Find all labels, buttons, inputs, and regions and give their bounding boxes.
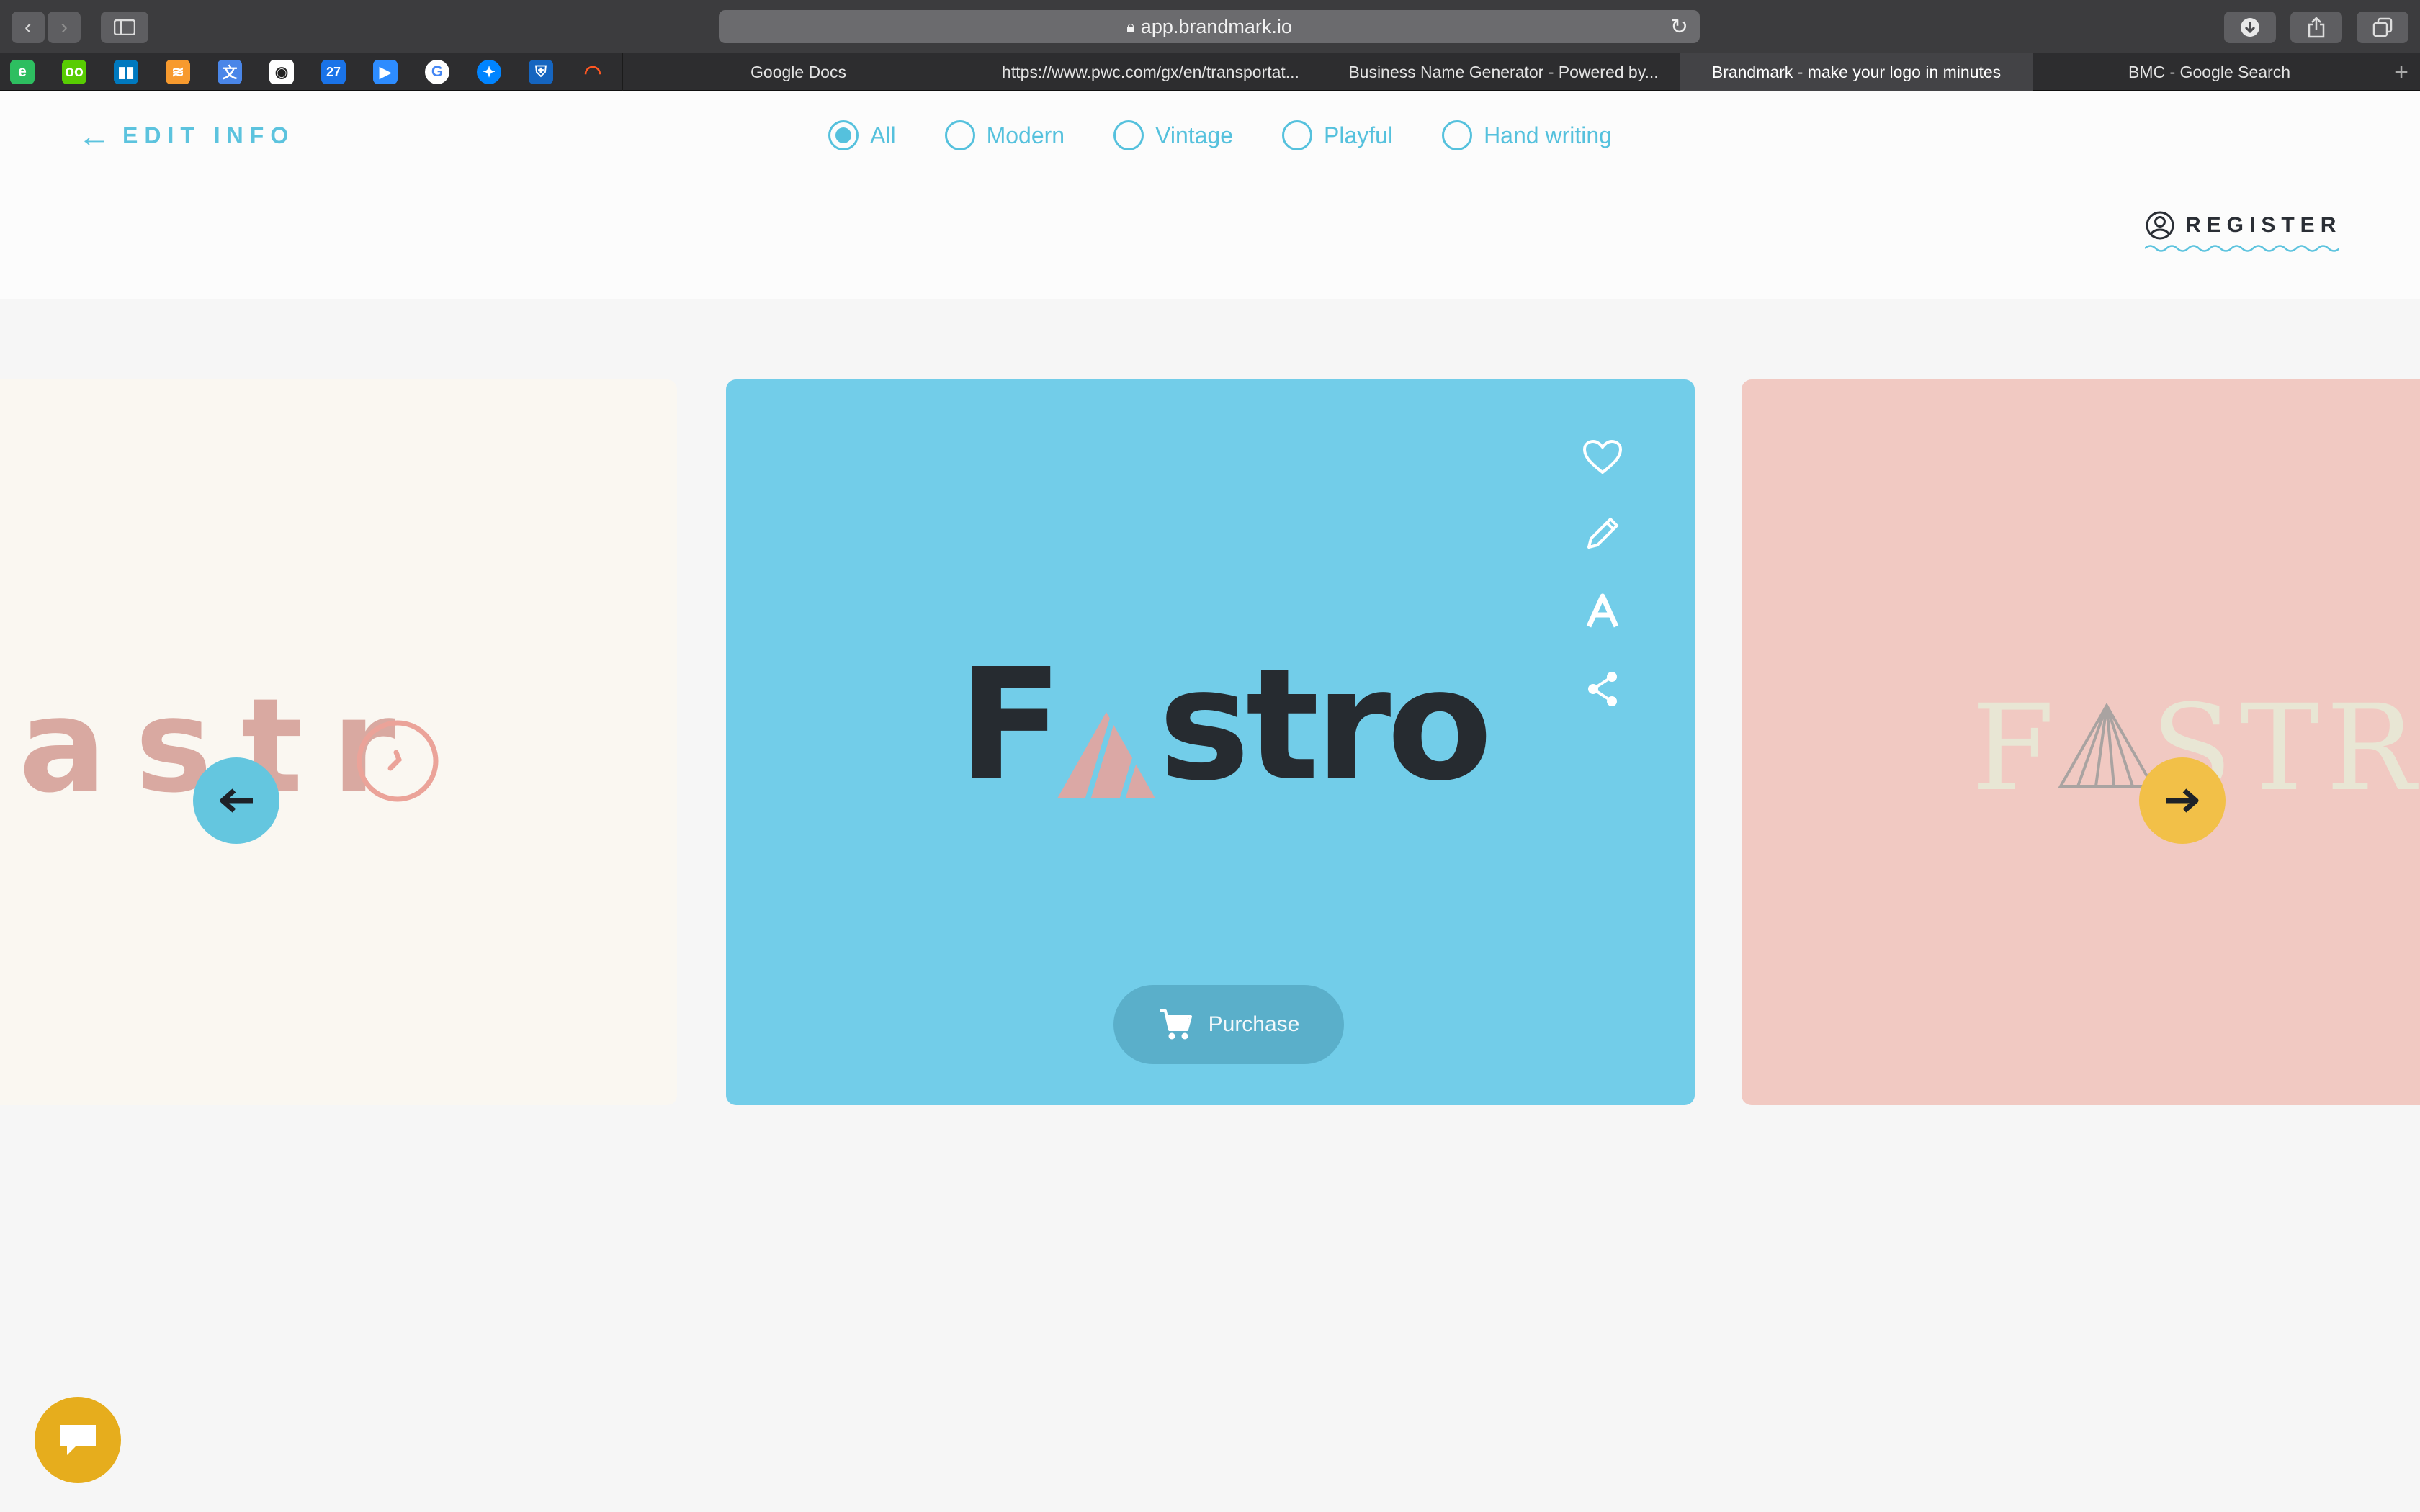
reload-icon[interactable]: ↻ (1670, 14, 1688, 40)
purchase-label: Purchase (1208, 1012, 1300, 1036)
heart-icon (1582, 439, 1623, 474)
trello-icon[interactable]: ▮▮ (114, 60, 138, 84)
style-filter-group: All Modern Vintage Playful Hand writing (828, 117, 1661, 153)
filter-playful[interactable]: Playful (1282, 120, 1393, 150)
duolingo-icon[interactable]: oo (62, 60, 86, 84)
sidebar-icon (114, 19, 135, 35)
pencil-icon (1587, 518, 1618, 549)
sidebar-toggle-button[interactable] (101, 12, 148, 43)
radio-icon[interactable] (1113, 120, 1144, 150)
clock-logo-icon (357, 720, 439, 802)
chat-bubble-icon (60, 1425, 96, 1455)
logo-card-next[interactable]: FSTRO (1742, 379, 2420, 1105)
lock-icon: 🔒︎ (1126, 17, 1135, 35)
filter-label: Playful (1324, 122, 1394, 148)
messenger-icon[interactable]: ✦ (477, 60, 501, 84)
tab-pwc[interactable]: https://www.pwc.com/gx/en/transportat... (974, 53, 1327, 91)
browser-toolbar: ‹ › 🔒︎ app.brandmark.io ↻ (0, 0, 2420, 53)
radio-icon[interactable] (1282, 120, 1313, 150)
user-circle-icon (2146, 211, 2174, 240)
shield-bookmark-icon[interactable]: ⛨ (529, 60, 553, 84)
tab-google-docs[interactable]: Google Docs (622, 53, 974, 91)
share-browser-button[interactable] (2290, 12, 2342, 43)
cart-icon (1159, 1009, 1192, 1040)
google-icon[interactable]: G (425, 60, 449, 84)
downloads-button[interactable] (2224, 12, 2276, 43)
serif-logo-first: F (1972, 679, 2062, 817)
filter-label: Vintage (1155, 122, 1234, 148)
github-icon[interactable]: ◉ (269, 60, 294, 84)
address-bar[interactable]: 🔒︎ app.brandmark.io ↻ (719, 10, 1700, 43)
tab-business-name-generator[interactable]: Business Name Generator - Powered by... (1327, 53, 1680, 91)
filter-modern[interactable]: Modern (944, 120, 1065, 150)
edit-info-label: EDIT INFO (122, 122, 295, 148)
font-icon (1586, 593, 1619, 628)
filter-vintage[interactable]: Vintage (1113, 120, 1233, 150)
next-logo-button[interactable] (2139, 757, 2226, 844)
evernote-icon[interactable]: e (10, 60, 35, 84)
logo-first-letter: F (958, 636, 1063, 815)
filter-label: Hand writing (1484, 122, 1612, 148)
arrow-left-icon: ← (78, 117, 111, 154)
share-box-icon (2308, 17, 2325, 38)
font-button[interactable] (1577, 586, 1628, 636)
arrow-left-icon (220, 788, 253, 813)
favorite-button[interactable] (1577, 432, 1628, 482)
purchase-button[interactable]: Purchase (1113, 985, 1344, 1064)
chat-widget-button[interactable] (35, 1397, 121, 1483)
register-label: REGISTER (2185, 213, 2342, 237)
forward-nav-button[interactable]: › (48, 12, 81, 43)
radio-selected-icon[interactable] (828, 120, 859, 150)
tab-brandmark[interactable]: Brandmark - make your logo in minutes (1680, 53, 2033, 91)
logo-card-previous[interactable]: astr (0, 379, 677, 1105)
edit-info-link[interactable]: ← EDIT INFO (78, 117, 295, 154)
favorites-and-tabs-bar: e oo ▮▮ ≋ 文 ◉ 27 ▶ G ✦ ⛨ ◠ Google Docs h… (0, 53, 2420, 91)
triangle-logo-icon (1057, 712, 1156, 798)
tab-bmc-google-search[interactable]: BMC - Google Search (2033, 53, 2385, 91)
filter-hand-writing[interactable]: Hand writing (1442, 120, 1612, 150)
register-link[interactable]: REGISTER (2145, 207, 2341, 243)
edit-logo-button[interactable] (1577, 508, 1628, 559)
tabs-overview-button[interactable] (2357, 12, 2408, 43)
arrow-right-icon (2166, 788, 2199, 813)
calendar-icon[interactable]: 27 (321, 60, 346, 84)
radio-icon[interactable] (944, 120, 975, 150)
share-logo-button[interactable] (1577, 664, 1628, 714)
filter-label: Modern (986, 122, 1065, 148)
pyramid-logo-icon (2058, 702, 2155, 788)
radio-icon[interactable] (1442, 120, 1473, 150)
sublime-icon[interactable]: ≋ (166, 60, 190, 84)
wavy-underline (2145, 245, 2339, 252)
back-nav-button[interactable]: ‹ (12, 12, 45, 43)
translate-icon[interactable]: 文 (218, 60, 242, 84)
tabs-icon (2372, 17, 2393, 37)
logo-rest-text: stro (1158, 636, 1492, 815)
download-icon (2241, 18, 2259, 37)
previous-logo-button[interactable] (193, 757, 279, 844)
share-icon (1588, 672, 1617, 706)
filter-all[interactable]: All (828, 120, 896, 150)
filter-label: All (870, 122, 896, 148)
zoom-icon[interactable]: ▶ (373, 60, 398, 84)
fastro-logo: F stro (958, 649, 1492, 803)
url-text: app.brandmark.io (1140, 15, 1292, 37)
new-tab-button[interactable]: + (2383, 53, 2420, 91)
orbit-icon[interactable]: ◠ (581, 60, 605, 84)
